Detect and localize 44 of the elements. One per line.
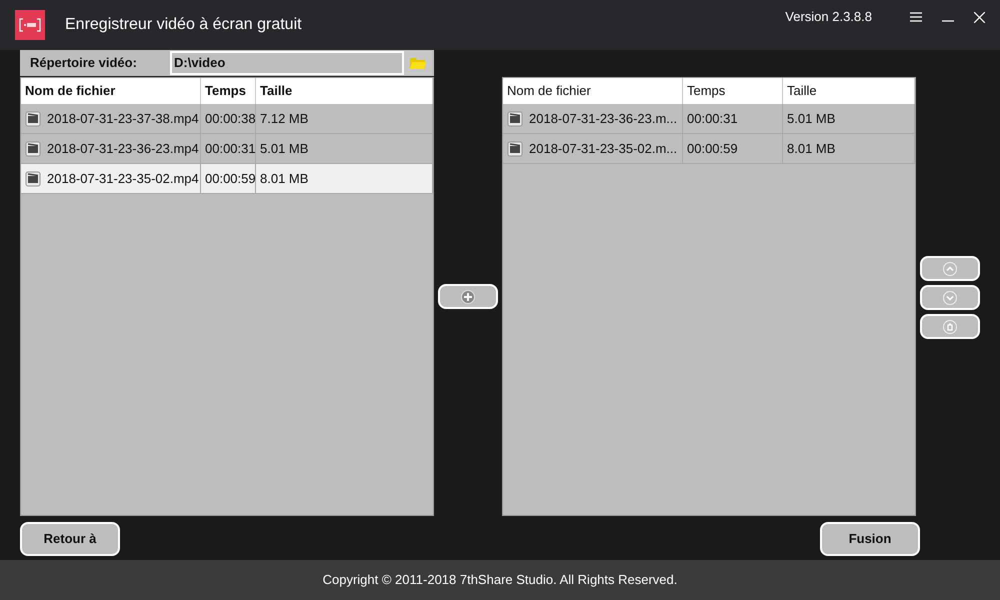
file-row[interactable]: 2018-07-31-23-36-23.m... 00:00:31 5.01 MB xyxy=(503,104,915,134)
table-cell-text: 5.01 MB xyxy=(787,110,836,128)
table-cell-text: 8.01 MB xyxy=(260,170,308,188)
table-cell-text: 8.01 MB xyxy=(787,140,836,158)
video-file-icon xyxy=(507,140,523,156)
directory-label: Répertoire vidéo: xyxy=(29,54,138,72)
version-label: Version 2.3.8.8 xyxy=(785,8,872,26)
chevron-down-icon xyxy=(943,290,957,304)
chevron-up-icon xyxy=(943,262,957,276)
table-cell-text: 2018-07-31-23-35-02.mp4 xyxy=(47,170,199,188)
folder-icon xyxy=(410,57,426,69)
copyright-text: Copyright © 2011-2018 7thShare Studio. All Rights Reserved. xyxy=(322,571,678,590)
merge-button[interactable]: Fusion xyxy=(820,522,920,556)
video-file-icon xyxy=(25,140,41,156)
table-cell-text: 7.12 MB xyxy=(260,110,308,128)
delete-button[interactable] xyxy=(920,314,980,339)
table-cell-text: 5.01 MB xyxy=(260,140,308,158)
move-down-button[interactable] xyxy=(920,285,980,310)
file-row[interactable]: 2018-07-31-23-35-02.mp4 00:00:59 8.01 MB xyxy=(21,164,433,194)
add-button[interactable] xyxy=(438,284,498,309)
table-cell-text: 00:00:59 xyxy=(205,170,256,188)
file-row[interactable]: 2018-07-31-23-36-23.mp4 00:00:31 5.01 MB xyxy=(21,134,433,164)
table-cell-text: 00:00:31 xyxy=(205,140,256,158)
video-file-icon xyxy=(25,170,41,186)
file-row[interactable]: 2018-07-31-23-35-02.m... 00:00:59 8.01 MB xyxy=(503,134,915,164)
close-icon[interactable] xyxy=(974,12,985,22)
table-cell-text: 00:00:59 xyxy=(687,140,738,158)
video-file-icon xyxy=(507,110,523,126)
table-cell-text: 00:00:38 xyxy=(205,110,256,128)
move-up-button[interactable] xyxy=(920,256,980,281)
file-row[interactable]: 2018-07-31-23-37-38.mp4 00:00:38 7.12 MB xyxy=(21,104,433,134)
table-cell-text: 2018-07-31-23-36-23.mp4 xyxy=(47,140,199,158)
menu-icon[interactable] xyxy=(910,12,922,22)
plus-icon xyxy=(461,290,475,304)
directory-field[interactable]: D:\video xyxy=(170,51,404,75)
table-cell-text: 2018-07-31-23-37-38.mp4 xyxy=(47,110,199,128)
trash-icon xyxy=(943,320,957,334)
table-cell-text: 00:00:31 xyxy=(687,110,738,128)
video-file-icon xyxy=(25,110,41,126)
table-cell-text: 2018-07-31-23-36-23.m... xyxy=(529,110,678,128)
window-title: Enregistreur vidéo à écran gratuit xyxy=(65,15,302,35)
app-logo xyxy=(15,10,45,40)
table-cell-text: 2018-07-31-23-35-02.m... xyxy=(529,140,678,158)
back-button[interactable]: Retour à xyxy=(20,522,120,556)
